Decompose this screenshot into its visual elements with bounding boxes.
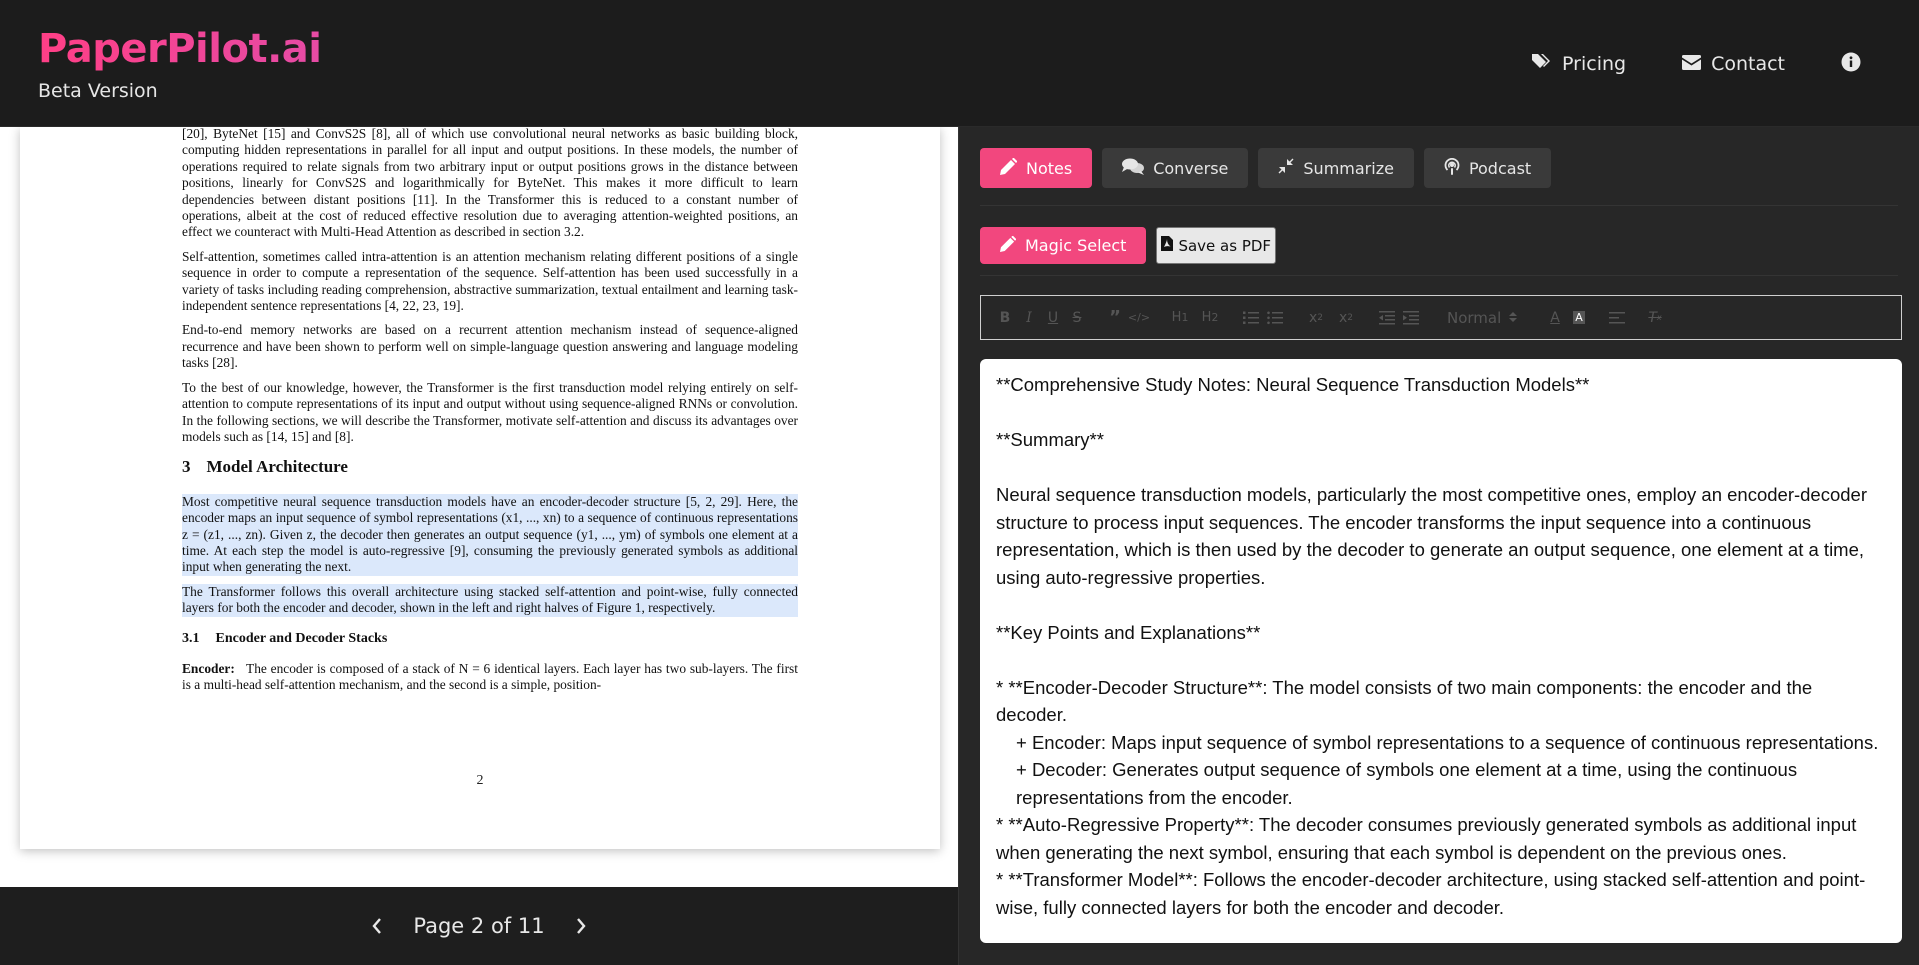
pdf-subsection-number: 3.1	[182, 630, 200, 646]
background-color-icon[interactable]: A	[1567, 306, 1591, 330]
tab-podcast[interactable]: Podcast	[1423, 148, 1552, 188]
strike-icon[interactable]: S	[1065, 306, 1089, 330]
header: PaperPilot.ai Beta Version Pricing Conta…	[0, 0, 1919, 127]
chevron-left-icon[interactable]	[371, 917, 383, 935]
nav-pricing-label: Pricing	[1562, 52, 1627, 75]
pdf-page-text: [20], ByteNet [15] and ConvS2S [8], all …	[182, 127, 798, 702]
file-pdf-icon	[1161, 236, 1174, 255]
notes-line: Neural sequence transduction models, par…	[996, 484, 1867, 588]
comments-icon	[1122, 158, 1145, 179]
pdf-section-number: 3	[182, 457, 191, 477]
podcast-icon	[1444, 157, 1460, 179]
clear-format-icon[interactable]: Tx	[1643, 306, 1667, 330]
envelope-icon	[1682, 53, 1702, 75]
nav-pricing[interactable]: Pricing	[1532, 52, 1626, 75]
notes-line: * **Transformer Model**: Follows the enc…	[996, 869, 1866, 918]
page-navigation: Page 2 of 11	[0, 887, 958, 965]
pencil-icon	[1000, 235, 1017, 256]
text-color-icon[interactable]: A	[1543, 306, 1567, 330]
magic-select-button[interactable]: Magic Select	[980, 227, 1147, 264]
notes-line: * **Encoder-Decoder Structure**: The mod…	[996, 676, 1813, 726]
notes-line	[996, 591, 1886, 619]
save-as-pdf-label: Save as PDF	[1178, 236, 1272, 255]
pdf-paragraph: End-to-end memory networks are based on …	[182, 322, 798, 371]
notes-panel: Notes Converse Summarize Podcast Magic S…	[958, 127, 1919, 965]
pencil-icon	[1000, 157, 1018, 179]
pdf-paragraph: Encoder: The encoder is composed of a st…	[182, 661, 798, 694]
pdf-page-number: 2	[476, 773, 484, 788]
tab-podcast-label: Podcast	[1468, 158, 1532, 178]
pdf-viewer[interactable]: [20], ByteNet [15] and ConvS2S [8], all …	[0, 127, 958, 887]
divider	[980, 275, 1898, 276]
save-as-pdf-button[interactable]: Save as PDF	[1156, 227, 1277, 264]
divider	[980, 205, 1898, 206]
heading-select[interactable]: Normal	[1437, 309, 1529, 327]
pdf-highlighted-paragraph[interactable]: The Transformer follows this overall arc…	[182, 583, 798, 617]
outdent-icon[interactable]	[1375, 306, 1399, 330]
tab-notes-label: Notes	[1026, 158, 1073, 178]
tags-icon	[1532, 52, 1552, 75]
superscript-icon[interactable]: x2	[1331, 306, 1361, 330]
indent-icon[interactable]	[1399, 306, 1423, 330]
underline-icon[interactable]: U	[1041, 306, 1065, 330]
nav-contact-label: Contact	[1711, 52, 1785, 75]
pdf-section-heading: 3 Model Architecture	[182, 457, 798, 477]
pdf-subsection-heading: 3.1 Encoder and Decoder Stacks	[182, 631, 798, 647]
tab-converse-label: Converse	[1153, 158, 1229, 178]
tab-summarize[interactable]: Summarize	[1258, 148, 1414, 188]
notes-line: * **Auto-Regressive Property**: The deco…	[996, 814, 1857, 863]
pdf-paragraph: [20], ByteNet [15] and ConvS2S [8], all …	[182, 127, 798, 240]
chevron-right-icon[interactable]	[575, 917, 587, 935]
pdf-section-title: Model Architecture	[206, 457, 348, 477]
top-nav: Pricing Contact	[1532, 0, 1919, 127]
notes-line: **Key Points and Explanations**	[996, 621, 1261, 643]
pdf-paragraph: To the best of our knowledge, however, t…	[182, 379, 798, 444]
app: PaperPilot.ai Beta Version Pricing Conta…	[0, 0, 1919, 965]
pdf-paragraph: Self-attention, sometimes called intra-a…	[182, 248, 798, 314]
mode-tabs: Notes Converse Summarize Podcast	[980, 148, 1552, 188]
notes-editor[interactable]: **Comprehensive Study Notes: Neural Sequ…	[980, 359, 1902, 943]
notes-line	[996, 454, 1886, 482]
notes-line: + Decoder: Generates output sequence of …	[1016, 759, 1798, 808]
tab-converse[interactable]: Converse	[1102, 148, 1249, 188]
info-circle-icon	[1841, 52, 1861, 76]
nav-contact[interactable]: Contact	[1682, 53, 1785, 75]
italic-icon[interactable]: I	[1017, 306, 1041, 330]
editor-toolbar: B I U S ” </> H1 H2 x2 x2 Normal A A T x	[980, 295, 1902, 340]
subscript-icon[interactable]: x2	[1301, 306, 1331, 330]
pdf-encoder-label: Encoder:	[182, 660, 235, 676]
notes-line: **Comprehensive Study Notes: Neural Sequ…	[996, 374, 1590, 395]
brand-logo[interactable]: PaperPilot.ai	[38, 26, 322, 72]
notes-line: + Encoder: Maps input sequence of symbol…	[1016, 731, 1879, 753]
notes-actions: Magic Select Save as PDF	[980, 227, 1277, 264]
header-1-icon[interactable]: H1	[1165, 306, 1195, 330]
page-indicator: Page 2 of 11	[413, 914, 545, 938]
compress-icon	[1278, 158, 1294, 178]
notes-line	[996, 646, 1886, 674]
magic-select-label: Magic Select	[1025, 236, 1127, 255]
tab-notes[interactable]: Notes	[980, 148, 1093, 188]
bullet-list-icon[interactable]	[1263, 306, 1287, 330]
notes-line: **Summary**	[996, 429, 1104, 450]
blockquote-icon[interactable]: ”	[1103, 306, 1127, 330]
beta-label: Beta Version	[38, 80, 158, 102]
tab-summarize-label: Summarize	[1303, 158, 1394, 178]
pdf-encoder-text: The encoder is composed of a stack of N …	[182, 660, 798, 693]
align-icon[interactable]	[1605, 306, 1629, 330]
header-2-icon[interactable]: H2	[1195, 306, 1225, 330]
sort-icon	[1509, 309, 1517, 327]
info-button[interactable]	[1841, 52, 1861, 76]
pdf-page: [20], ByteNet [15] and ConvS2S [8], all …	[20, 127, 940, 849]
notes-line	[996, 399, 1886, 427]
code-block-icon[interactable]: </>	[1127, 306, 1151, 330]
heading-select-value: Normal	[1447, 308, 1502, 327]
bold-icon[interactable]: B	[993, 306, 1017, 330]
pdf-highlighted-paragraph[interactable]: Most competitive neural sequence transdu…	[182, 493, 798, 576]
ordered-list-icon[interactable]	[1239, 306, 1263, 330]
pdf-subsection-title: Encoder and Decoder Stacks	[215, 630, 388, 646]
